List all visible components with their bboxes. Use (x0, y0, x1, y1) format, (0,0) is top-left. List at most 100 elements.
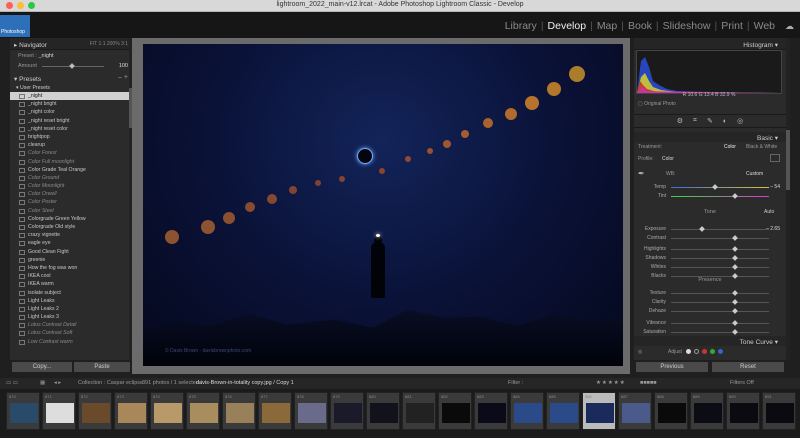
amount-slider-knob[interactable] (69, 63, 75, 69)
slider-knob[interactable] (731, 246, 738, 252)
preset-item[interactable]: Low Contrast warm (10, 338, 132, 346)
slider-knob[interactable] (731, 264, 738, 270)
preset-item[interactable]: Color Grade Teal Orange (10, 166, 132, 174)
filters-off-select[interactable]: Filters Off (730, 380, 754, 386)
preset-item[interactable]: Good Clean Fight (10, 248, 132, 256)
curve-rgb-swatch[interactable] (686, 349, 691, 354)
treatment-bw-option[interactable]: Black & White (746, 144, 777, 150)
preset-item[interactable]: Lotus Contrast Soft (10, 329, 132, 337)
preset-item[interactable]: IKEA warm (10, 280, 132, 288)
filmstrip-thumbnail[interactable]: 889 (690, 392, 724, 430)
module-web[interactable]: Web (750, 20, 779, 32)
filmstrip-thumbnail[interactable]: 872 (78, 392, 112, 430)
preset-item[interactable]: isolate subject (10, 289, 132, 297)
filmstrip-thumbnail[interactable]: 876 (222, 392, 256, 430)
previous-button[interactable]: Previous (636, 362, 708, 372)
wb-value[interactable]: Custom (746, 171, 763, 177)
crop-icon[interactable]: ⌗ (693, 117, 697, 125)
slider-track[interactable] (671, 276, 769, 277)
filmstrip-thumbnail[interactable]: 879 (330, 392, 364, 430)
slider-knob[interactable] (731, 273, 738, 279)
curve-green-swatch[interactable] (710, 349, 715, 354)
filmstrip-thumbnail[interactable]: 884 (510, 392, 544, 430)
filmstrip-thumbnail[interactable]: 881 (402, 392, 436, 430)
preset-item[interactable]: _night reset color (10, 125, 132, 133)
mask-icon[interactable]: ◐ (723, 118, 727, 125)
filmstrip-thumbnail[interactable]: 882 (438, 392, 472, 430)
module-print[interactable]: Print (717, 20, 747, 32)
preset-item[interactable]: _night (10, 92, 132, 101)
preset-item[interactable]: clearup (10, 141, 132, 149)
filmstrip-thumbnail[interactable]: 887 (618, 392, 652, 430)
filmstrip-thumbnail[interactable]: 880 (366, 392, 400, 430)
module-slideshow[interactable]: Slideshow (659, 20, 715, 32)
preset-item[interactable]: IKEA cool (10, 272, 132, 280)
color-filter-swatches[interactable]: ■■■■■ (640, 380, 657, 386)
original-photo-toggle[interactable]: ▢ Original Photo (638, 101, 676, 107)
paste-settings-button[interactable]: Paste (74, 362, 130, 372)
preset-item[interactable]: Lotus Contrast Detail (10, 321, 132, 329)
tone-auto-button[interactable]: Auto (764, 209, 774, 215)
presets-header[interactable]: ▾ Presets – + (10, 72, 132, 84)
slider-knob[interactable] (731, 308, 738, 314)
slider-track[interactable] (671, 267, 769, 268)
preset-item[interactable]: Color Forest (10, 149, 132, 157)
target-adjust-icon[interactable]: ◎ (638, 349, 642, 355)
slider-track[interactable] (671, 229, 769, 230)
slider-track[interactable] (671, 238, 769, 239)
slider-knob[interactable] (712, 184, 718, 190)
slider-track[interactable] (671, 293, 769, 294)
module-library[interactable]: Library (501, 20, 541, 32)
basic-header[interactable]: Basic ▾ (634, 132, 786, 142)
sliders-icon[interactable]: ⚙ (677, 117, 683, 125)
preset-item[interactable]: crazy vignette (10, 231, 132, 239)
filmstrip-filename[interactable]: davis-Brown-in-totality copy.jpg / Copy … (196, 380, 294, 386)
slider-track[interactable] (671, 332, 769, 333)
profile-browser-icon[interactable] (770, 154, 780, 162)
reset-button[interactable]: Reset (712, 362, 784, 372)
nav-arrows-icon[interactable]: ◂ ▸ (54, 380, 61, 386)
preset-item[interactable]: Color Ground (10, 174, 132, 182)
filmstrip-thumbnail[interactable]: 871 (42, 392, 76, 430)
eyedropper-icon[interactable]: ✒ (638, 169, 645, 178)
preset-item[interactable]: greenie (10, 256, 132, 264)
curve-white-swatch[interactable] (694, 349, 699, 354)
filmstrip-thumbnail[interactable]: 877 (258, 392, 292, 430)
preset-item[interactable]: Light Leaks (10, 297, 132, 305)
filmstrip-thumbnail[interactable]: 883 (474, 392, 508, 430)
filmstrip-thumbnail[interactable]: 890 (726, 392, 760, 430)
zoom-options[interactable]: FIT 1:1 200% 3:1 (90, 41, 128, 47)
filmstrip-thumbnail[interactable]: 891 (762, 392, 796, 430)
curve-red-swatch[interactable] (702, 349, 707, 354)
add-preset-icon[interactable]: – + (118, 74, 128, 81)
slider-track[interactable] (671, 249, 769, 250)
preset-item[interactable]: Colorgrade Old style (10, 223, 132, 231)
filmstrip-thumbnail[interactable]: 886 (582, 392, 616, 430)
module-map[interactable]: Map (593, 20, 621, 32)
slider-track[interactable] (671, 311, 769, 312)
slider-knob[interactable] (731, 290, 738, 296)
slider-knob[interactable] (731, 299, 738, 305)
filmstrip-thumbnail[interactable]: 885 (546, 392, 580, 430)
slider-knob[interactable] (731, 193, 738, 199)
heal-icon[interactable]: ✎ (707, 117, 713, 125)
filmstrip-thumbnail[interactable]: 875 (186, 392, 220, 430)
preset-item[interactable]: How the fog was won (10, 264, 132, 272)
histogram-header[interactable]: Histogram ▾ (634, 38, 786, 50)
slider-track[interactable] (671, 258, 769, 259)
preset-item[interactable]: _night bright (10, 100, 132, 108)
slider-knob[interactable] (699, 226, 706, 232)
cloud-icon[interactable]: ☁ (785, 21, 794, 32)
tone-curve-header[interactable]: Tone Curve ▾ (634, 336, 786, 346)
preset-item[interactable]: _night reset bright (10, 117, 132, 125)
filmstrip-collection[interactable]: Collection : Caspar eclipse (78, 380, 143, 386)
slider-track[interactable] (671, 302, 769, 303)
grid-view-icon[interactable]: ▦ (40, 380, 45, 386)
copy-settings-button[interactable]: Copy... (12, 362, 72, 372)
preset-item[interactable]: Colorgrade Green Yellow (10, 215, 132, 223)
secondary-display-icon[interactable]: ▭ ▭ (6, 380, 18, 386)
preset-item[interactable]: Color Poster (10, 198, 132, 206)
preset-item[interactable]: Light Leaks 3 (10, 313, 132, 321)
eclipse-photo[interactable]: © Davis Brown · davisbrownphoto.com (143, 44, 623, 366)
module-book[interactable]: Book (624, 20, 656, 32)
